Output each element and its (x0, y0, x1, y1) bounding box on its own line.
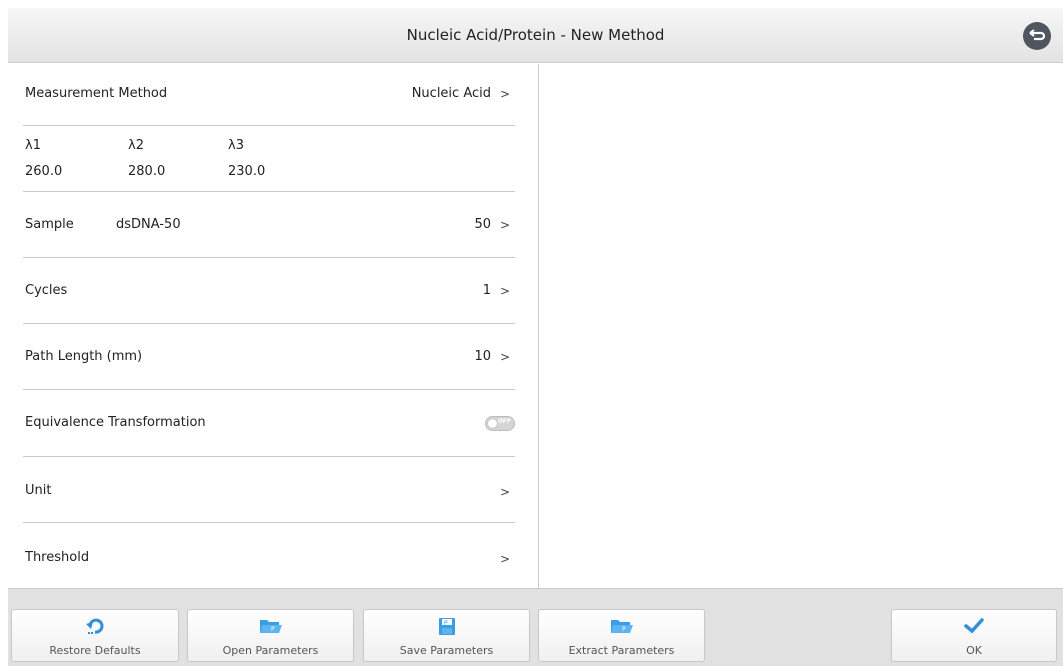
chevron-right-icon: > (499, 552, 510, 566)
save-parameters-button[interactable]: P Save Parameters (363, 609, 530, 662)
equivalence-label: Equivalence Transformation (25, 415, 206, 430)
wavelength-value-2: 280.0 (128, 164, 166, 179)
cycles-value: 1 (482, 283, 491, 298)
path-length-label: Path Length (mm) (25, 349, 143, 364)
svg-text:P: P (622, 626, 626, 633)
measurement-method-row[interactable]: Measurement Method Nucleic Acid > (23, 64, 515, 126)
extract-parameters-button[interactable]: P Extract Parameters (538, 609, 705, 662)
folder-open-icon: P (259, 620, 282, 633)
sample-label: Sample (25, 217, 74, 232)
cycles-row[interactable]: Cycles 1 > (23, 258, 515, 324)
toggle-knob (488, 419, 497, 428)
cycles-label: Cycles (25, 283, 68, 298)
svg-text:P: P (271, 626, 275, 633)
sample-value: 50 (474, 217, 491, 232)
folder-extract-icon: P (610, 620, 633, 633)
save-disk-icon: P (438, 618, 455, 635)
equivalence-row: Equivalence Transformation OFF (23, 390, 515, 457)
title-bar: Nucleic Acid/Protein - New Method (8, 8, 1063, 63)
unit-row[interactable]: Unit > (23, 457, 515, 523)
chevron-right-icon: > (499, 218, 510, 232)
return-icon (1029, 29, 1046, 41)
wavelength-row: λ1 λ2 λ3 260.0 280.0 230.0 (23, 126, 515, 192)
wavelength-header-1: λ1 (25, 138, 41, 153)
wavelength-header-2: λ2 (128, 138, 144, 153)
equivalence-toggle[interactable]: OFF (485, 416, 515, 431)
extract-parameters-label: Extract Parameters (568, 644, 675, 657)
threshold-row[interactable]: Threshold > (23, 523, 515, 587)
measurement-method-label: Measurement Method (25, 86, 168, 101)
back-button[interactable] (1023, 22, 1051, 50)
save-parameters-label: Save Parameters (399, 644, 494, 657)
wavelength-header-3: λ3 (228, 138, 244, 153)
sample-row[interactable]: Sample dsDNA-50 50 > (23, 192, 515, 258)
chevron-right-icon: > (499, 284, 510, 298)
app-window: Nucleic Acid/Protein - New Method Measur… (8, 8, 1063, 666)
footer-toolbar: Restore Defaults P Open Parameters P Sav… (8, 588, 1063, 666)
svg-text:P: P (444, 620, 448, 627)
window-title: Nucleic Acid/Protein - New Method (406, 26, 665, 44)
wavelength-value-3: 230.0 (228, 164, 266, 179)
wavelength-value-1: 260.0 (25, 164, 63, 179)
ok-button[interactable]: OK (891, 609, 1057, 662)
path-length-value: 10 (474, 349, 491, 364)
restore-defaults-button[interactable]: Restore Defaults (11, 609, 179, 662)
open-parameters-label: Open Parameters (222, 644, 319, 657)
open-parameters-button[interactable]: P Open Parameters (187, 609, 354, 662)
threshold-label: Threshold (25, 550, 90, 565)
checkmark-icon (964, 618, 984, 634)
path-length-row[interactable]: Path Length (mm) 10 > (23, 324, 515, 390)
chevron-right-icon: > (499, 87, 510, 101)
toggle-state: OFF (497, 418, 511, 425)
chevron-right-icon: > (499, 350, 510, 364)
restore-defaults-label: Restore Defaults (49, 644, 141, 657)
sample-name: dsDNA-50 (116, 217, 181, 232)
ok-label: OK (966, 644, 982, 657)
unit-label: Unit (25, 483, 52, 498)
method-settings-panel: Measurement Method Nucleic Acid > λ1 λ2 … (8, 64, 538, 588)
panel-divider (538, 64, 539, 588)
measurement-method-value: Nucleic Acid (411, 86, 491, 101)
restore-icon (86, 618, 104, 634)
chevron-right-icon: > (499, 485, 510, 499)
